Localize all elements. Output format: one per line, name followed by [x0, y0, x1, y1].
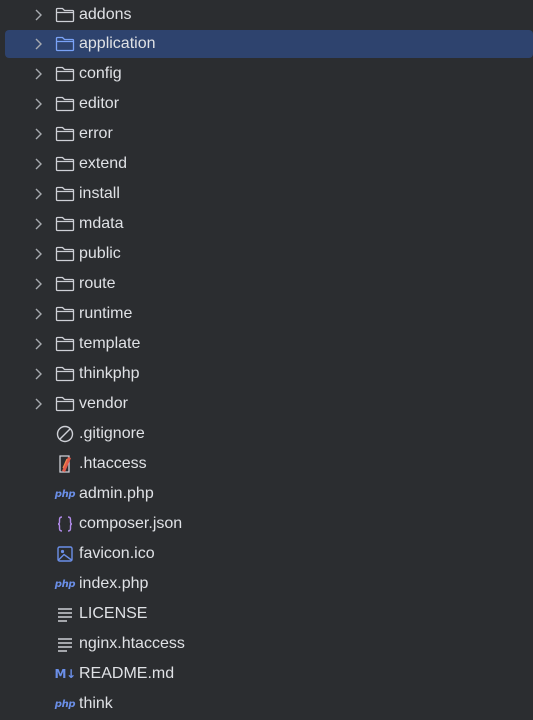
- tree-row-addons[interactable]: addons: [0, 0, 533, 30]
- folder-icon: [54, 5, 76, 25]
- tree-item-label: extend: [79, 155, 128, 172]
- folder-icon: [54, 274, 76, 294]
- tree-row-error[interactable]: error: [0, 119, 533, 149]
- tree-row-template[interactable]: template: [0, 329, 533, 359]
- tree-row-config[interactable]: config: [0, 59, 533, 89]
- chevron-right-icon[interactable]: [32, 307, 46, 321]
- folder-icon: [54, 184, 76, 204]
- tree-item-label: .htaccess: [79, 455, 147, 472]
- json-icon: [54, 514, 76, 534]
- folder-icon: [54, 364, 76, 384]
- tree-row-route[interactable]: route: [0, 269, 533, 299]
- tree-row-install[interactable]: install: [0, 179, 533, 209]
- chevron-right-icon[interactable]: [32, 367, 46, 381]
- chevron-right-icon[interactable]: [32, 8, 46, 22]
- folder-icon: [54, 244, 76, 264]
- tree-item-label: error: [79, 125, 113, 142]
- tree-item-label: composer.json: [79, 515, 183, 532]
- tree-row-editor[interactable]: editor: [0, 89, 533, 119]
- tree-row-admin-php[interactable]: php admin.php: [0, 479, 533, 509]
- folder-icon: [54, 304, 76, 324]
- tree-item-label: install: [79, 185, 120, 202]
- image-icon: [54, 544, 76, 564]
- tree-row-license[interactable]: LICENSE: [0, 599, 533, 629]
- chevron-right-icon[interactable]: [32, 157, 46, 171]
- tree-row-favicon[interactable]: favicon.ico: [0, 539, 533, 569]
- tree-row-htaccess[interactable]: .htaccess: [0, 449, 533, 479]
- tree-item-label: index.php: [79, 575, 149, 592]
- tree-row-think[interactable]: php think: [0, 689, 533, 719]
- tree-row-nginx-htaccess[interactable]: nginx.htaccess: [0, 629, 533, 659]
- tree-item-label: mdata: [79, 215, 124, 232]
- chevron-right-icon[interactable]: [32, 277, 46, 291]
- chevron-right-icon[interactable]: [32, 37, 46, 51]
- tree-item-label: thinkphp: [79, 365, 140, 382]
- tree-row-readme[interactable]: M↓ README.md: [0, 659, 533, 689]
- folder-icon: [54, 124, 76, 144]
- folder-icon: [54, 214, 76, 234]
- tree-row-gitignore[interactable]: .gitignore: [0, 419, 533, 449]
- chevron-right-icon[interactable]: [32, 97, 46, 111]
- chevron-right-icon[interactable]: [32, 217, 46, 231]
- tree-item-label: nginx.htaccess: [79, 635, 185, 652]
- chevron-right-icon[interactable]: [32, 67, 46, 81]
- chevron-right-icon[interactable]: [32, 187, 46, 201]
- markdown-icon: M↓: [54, 667, 77, 681]
- folder-icon: [54, 154, 76, 174]
- tree-row-composer-json[interactable]: composer.json: [0, 509, 533, 539]
- tree-item-label: vendor: [79, 395, 128, 412]
- folder-icon: [54, 394, 76, 414]
- php-icon: php: [54, 578, 76, 590]
- tree-row-thinkphp[interactable]: thinkphp: [0, 359, 533, 389]
- folder-icon: [54, 64, 76, 84]
- chevron-right-icon[interactable]: [32, 397, 46, 411]
- tree-row-extend[interactable]: extend: [0, 149, 533, 179]
- folder-icon: [54, 94, 76, 114]
- tree-item-label: think: [79, 695, 113, 712]
- tree-row-runtime[interactable]: runtime: [0, 299, 533, 329]
- php-icon: php: [54, 488, 76, 500]
- tree-item-label: .gitignore: [79, 425, 145, 442]
- folder-icon: [54, 334, 76, 354]
- tree-row-vendor[interactable]: vendor: [0, 389, 533, 419]
- folder-icon: [54, 34, 76, 54]
- chevron-right-icon[interactable]: [32, 337, 46, 351]
- tree-item-label: admin.php: [79, 485, 154, 502]
- tree-item-label: LICENSE: [79, 605, 148, 622]
- tree-item-label: favicon.ico: [79, 545, 155, 562]
- text-file-icon: [54, 604, 76, 624]
- tree-item-label: application: [79, 35, 156, 52]
- tree-row-mdata[interactable]: mdata: [0, 209, 533, 239]
- tree-item-label: README.md: [79, 665, 175, 682]
- project-file-tree: addons application config editor error e…: [0, 0, 533, 720]
- chevron-right-icon[interactable]: [32, 127, 46, 141]
- tree-item-label: template: [79, 335, 141, 352]
- tree-item-label: config: [79, 65, 122, 82]
- tree-row-application[interactable]: application: [0, 29, 533, 59]
- htaccess-icon: [54, 454, 76, 474]
- chevron-right-icon[interactable]: [32, 247, 46, 261]
- tree-row-public[interactable]: public: [0, 239, 533, 269]
- tree-row-index-php[interactable]: php index.php: [0, 569, 533, 599]
- tree-item-label: runtime: [79, 305, 133, 322]
- ignore-icon: [54, 424, 76, 444]
- tree-item-label: public: [79, 245, 121, 262]
- tree-item-label: addons: [79, 6, 132, 23]
- tree-item-label: editor: [79, 95, 120, 112]
- text-file-icon: [54, 634, 76, 654]
- php-icon: php: [54, 698, 76, 710]
- tree-item-label: route: [79, 275, 116, 292]
